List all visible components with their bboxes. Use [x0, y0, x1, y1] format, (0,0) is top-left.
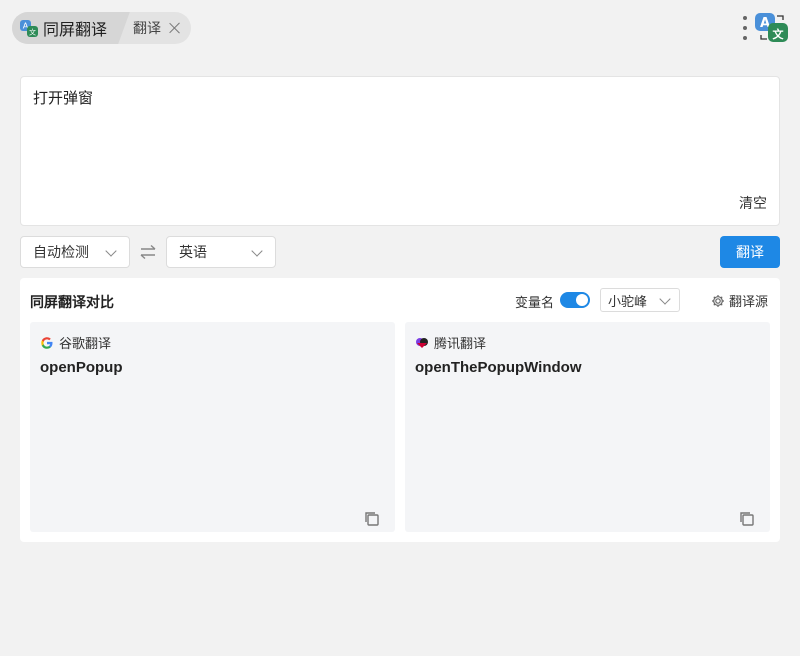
compare-title: 同屏翻译对比 — [30, 294, 114, 310]
translation-source-button[interactable]: 翻译源 — [711, 291, 768, 310]
translation-source-label: 翻译源 — [728, 294, 768, 309]
case-style-value: 小驼峰 — [608, 293, 648, 309]
copy-icon[interactable] — [738, 510, 756, 528]
translate-button[interactable]: 翻译 — [720, 236, 780, 268]
dot — [743, 26, 747, 30]
translate-logo-icon[interactable]: A 文 — [754, 12, 790, 44]
var-name-label: 变量名 — [515, 295, 555, 310]
close-icon[interactable] — [169, 22, 181, 34]
translate-app-icon: A 文 — [20, 20, 38, 37]
google-icon — [41, 336, 53, 349]
chevron-down-icon — [251, 245, 263, 257]
compare-panel: 同屏翻译对比 变量名 小驼峰 翻译源 谷歌翻译 openPopup 腾讯翻译 o… — [20, 278, 780, 542]
top-right-actions: A 文 — [742, 12, 790, 44]
engine-name: 腾讯翻译 — [434, 336, 487, 351]
chevron-down-icon — [105, 245, 117, 257]
tencent-icon — [416, 337, 428, 348]
copy-icon[interactable] — [363, 510, 381, 528]
dot — [743, 36, 747, 40]
source-language-value: 自动检测 — [33, 244, 89, 260]
gear-icon — [711, 294, 724, 307]
source-text-input[interactable]: 打开弹窗 清空 — [20, 76, 780, 226]
language-controls: 自动检测 英语 翻译 — [20, 236, 780, 268]
case-style-select[interactable]: 小驼峰 — [600, 288, 680, 312]
svg-text:文: 文 — [773, 27, 785, 41]
translation-result: openPopup — [40, 359, 123, 376]
card-header: 谷歌翻译 — [40, 333, 111, 352]
tab-group: A 文 同屏翻译 翻译 — [12, 12, 192, 44]
tab-main-label: 同屏翻译 — [43, 22, 108, 39]
dot — [743, 16, 747, 20]
tab-sub-label: 翻译 — [133, 20, 162, 36]
target-language-select[interactable]: 英语 — [166, 236, 276, 268]
card-header: 腾讯翻译 — [415, 333, 486, 352]
translation-result: openThePopupWindow — [415, 359, 582, 376]
tab-translate[interactable]: 翻译 — [117, 12, 191, 44]
engine-name: 谷歌翻译 — [59, 336, 112, 351]
target-language-value: 英语 — [179, 244, 207, 260]
clear-button[interactable]: 清空 — [739, 193, 767, 213]
chevron-down-icon — [659, 293, 671, 305]
source-text: 打开弹窗 — [33, 90, 94, 107]
result-card-google: 谷歌翻译 openPopup — [30, 322, 395, 532]
swap-icon[interactable] — [138, 244, 158, 260]
svg-text:文: 文 — [29, 28, 36, 37]
var-name-toggle[interactable] — [560, 292, 590, 308]
tab-same-screen-translate[interactable]: A 文 同屏翻译 — [12, 12, 118, 44]
result-card-tencent: 腾讯翻译 openThePopupWindow — [405, 322, 770, 532]
header: A 文 同屏翻译 翻译 — [12, 12, 192, 44]
more-vertical-icon[interactable] — [742, 16, 748, 40]
source-language-select[interactable]: 自动检测 — [20, 236, 130, 268]
